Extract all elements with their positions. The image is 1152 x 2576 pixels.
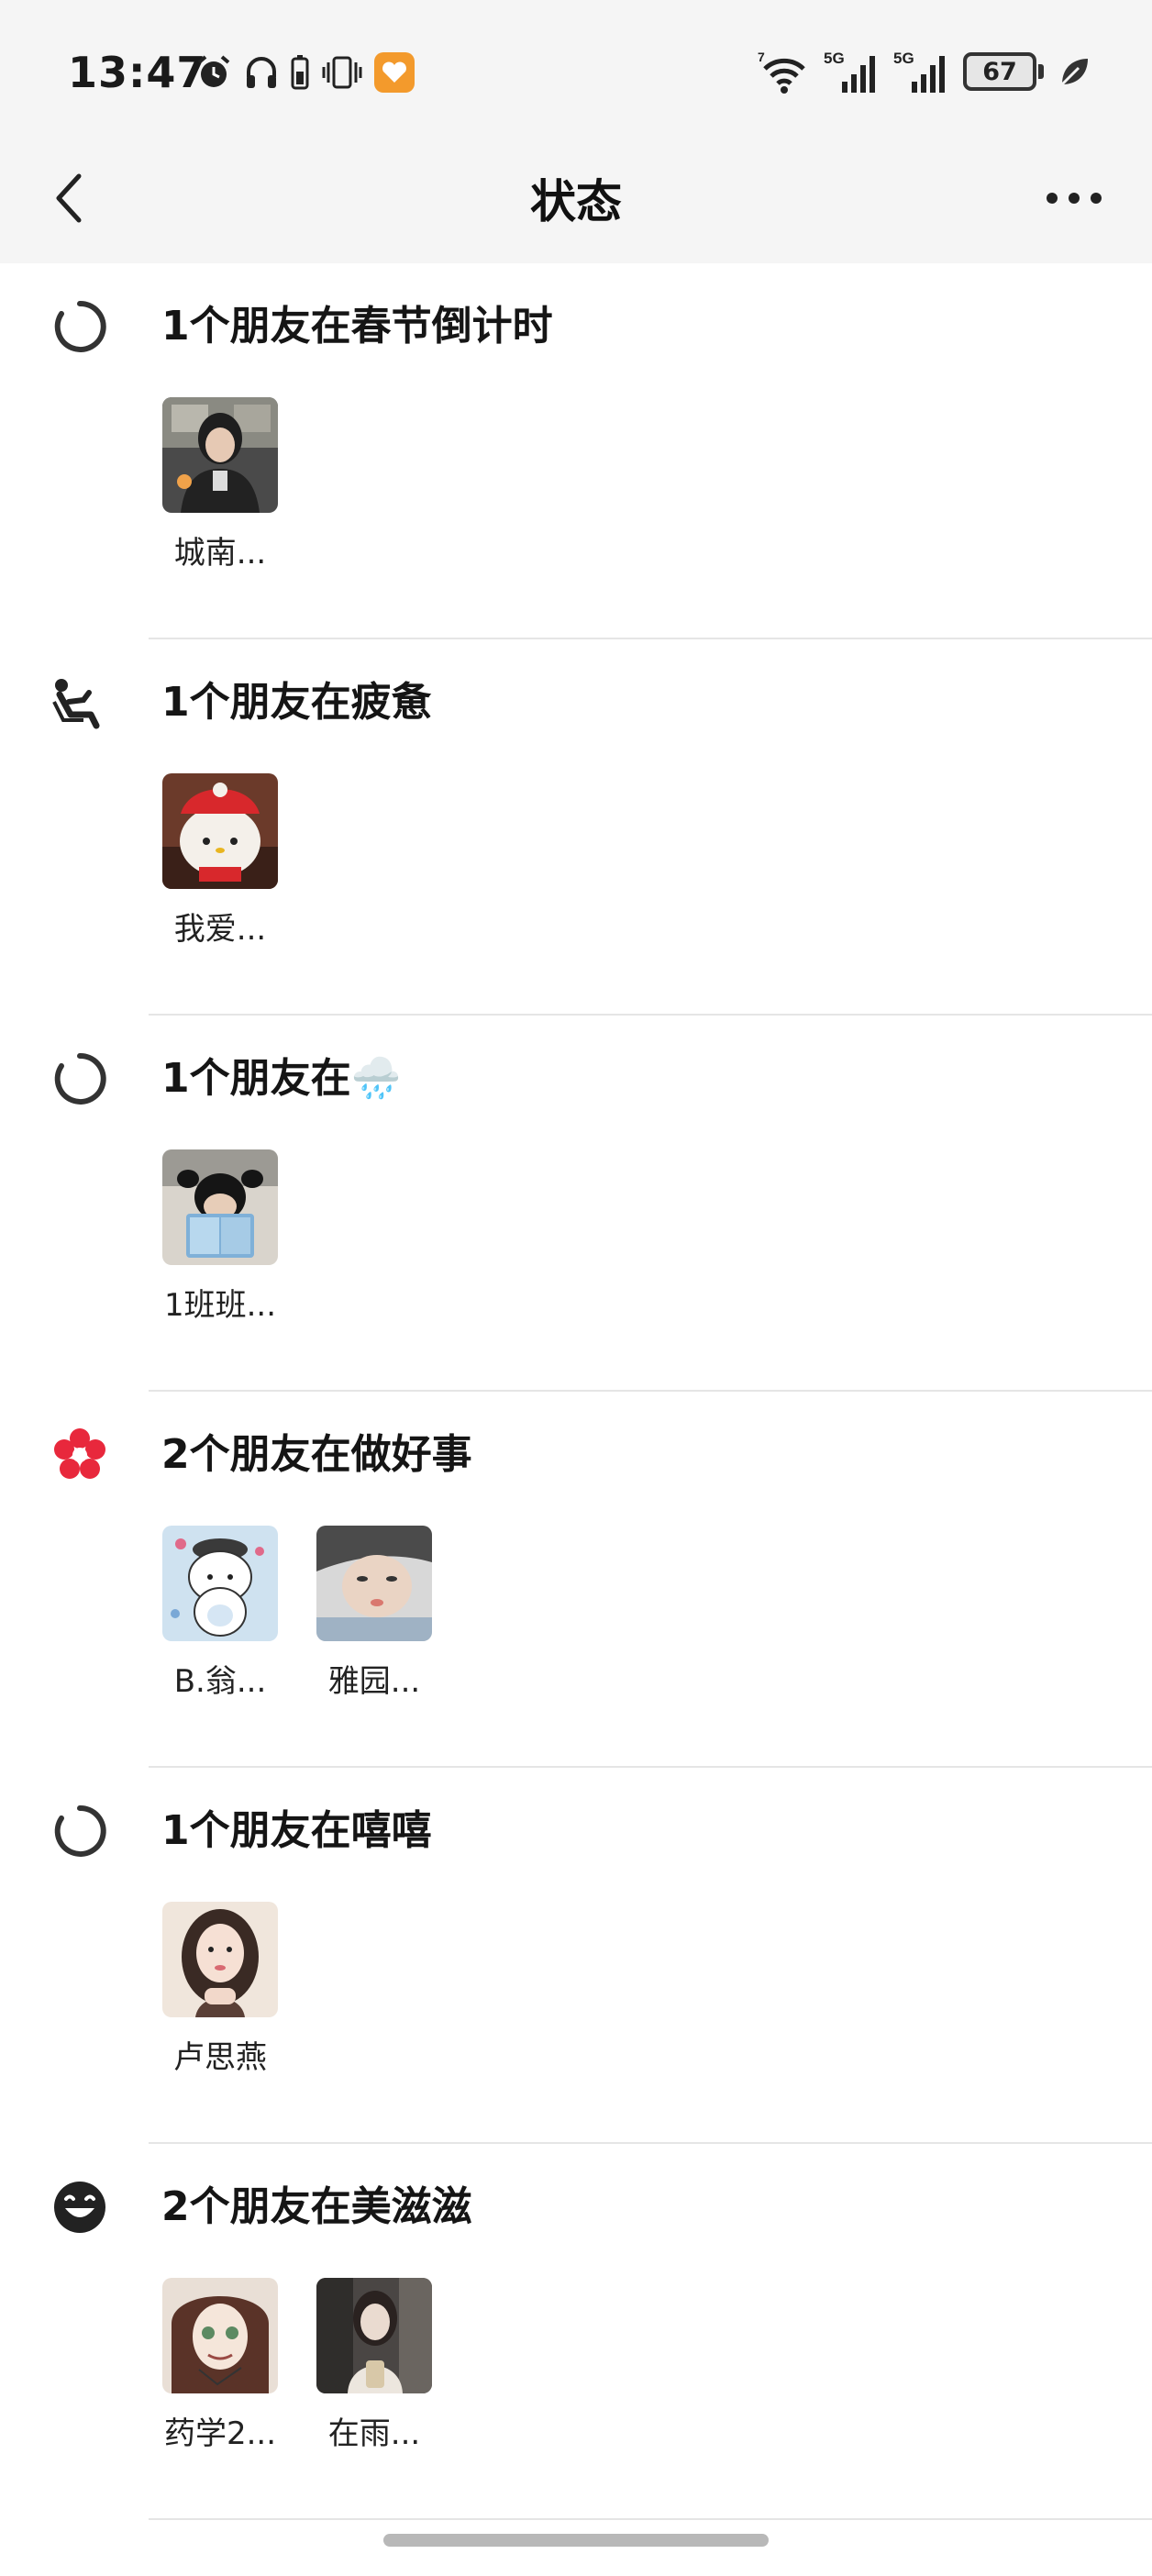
more-options-button[interactable] — [1033, 161, 1115, 235]
section-title[interactable]: 1个朋友在疲惫 — [161, 672, 432, 733]
status-section: 2个朋友在美滋滋 药学2... 在雨... — [0, 2144, 1152, 2520]
nav-header: 状态 — [0, 138, 1152, 263]
friend-list: 我爱... — [161, 773, 279, 949]
heart-app-icon — [374, 52, 415, 93]
friend-list: 1班班... — [161, 1149, 279, 1325]
friend-name: 卢思燕 — [173, 2039, 267, 2076]
friend-list: 药学2... 在雨... — [161, 2278, 433, 2453]
divider — [149, 2518, 1152, 2520]
reclining-person-icon — [50, 672, 110, 733]
status-icons-left — [194, 51, 415, 94]
friend-item[interactable]: B.翁... — [161, 1526, 279, 1701]
friend-name: 药学2... — [163, 2415, 277, 2452]
friend-list: 卢思燕 — [161, 1902, 279, 2077]
avatar[interactable] — [162, 1526, 278, 1641]
headset-icon — [247, 57, 276, 88]
friend-list: 城南... — [161, 397, 279, 572]
signal-5g-1-icon: 5G — [824, 50, 875, 93]
leaf-icon — [1060, 59, 1088, 86]
friend-item[interactable]: 药学2... — [161, 2278, 279, 2453]
avatar[interactable] — [162, 2278, 278, 2393]
more-dots-icon — [1047, 193, 1102, 204]
home-indicator[interactable] — [383, 2534, 769, 2547]
friend-name: 城南... — [173, 535, 267, 572]
wifi-label: 7 — [758, 50, 765, 64]
status-icons-right: 7 5G 5G 67 — [758, 46, 1093, 97]
status-bar: 13:47 7 5G 5G 67 — [0, 0, 1152, 138]
friend-name: 1班班... — [163, 1287, 277, 1324]
status-section: 1个朋友在嘻嘻 卢思燕 — [0, 1768, 1152, 2144]
section-title[interactable]: 1个朋友在🌧️ — [161, 1049, 401, 1109]
avatar[interactable] — [316, 1526, 432, 1641]
friend-item[interactable]: 我爱... — [161, 773, 279, 949]
friend-list: B.翁... 雅园... — [161, 1526, 433, 1701]
section-title[interactable]: 1个朋友在嘻嘻 — [161, 1801, 432, 1861]
loading-ring-icon — [50, 1801, 110, 1861]
status-list: 1个朋友在春节倒计时 城南... 1个朋友在疲惫 我爱... 1个朋友在🌧️ 1… — [0, 263, 1152, 2520]
friend-item[interactable]: 在雨... — [316, 2278, 433, 2453]
friend-name: 雅园... — [327, 1663, 421, 1700]
friend-name: B.翁... — [173, 1663, 267, 1700]
friend-name: 在雨... — [327, 2415, 421, 2452]
avatar[interactable] — [162, 1902, 278, 2017]
status-time: 13:47 — [68, 48, 207, 97]
avatar[interactable] — [162, 773, 278, 889]
status-section: 1个朋友在春节倒计时 城南... — [0, 263, 1152, 639]
alarm-icon — [197, 55, 230, 87]
smiley-face-icon — [50, 2177, 110, 2237]
friend-item[interactable]: 卢思燕 — [161, 1902, 279, 2077]
page-title: 状态 — [530, 175, 622, 228]
wifi-icon: 7 — [758, 50, 805, 94]
friend-item[interactable]: 1班班... — [161, 1149, 279, 1325]
loading-ring-icon — [50, 296, 110, 357]
avatar[interactable] — [162, 1149, 278, 1265]
avatar[interactable] — [316, 2278, 432, 2393]
phone-battery-icon — [291, 55, 309, 90]
friend-name: 我爱... — [173, 911, 267, 948]
signal-1-label: 5G — [824, 50, 845, 67]
section-title[interactable]: 2个朋友在做好事 — [161, 1425, 472, 1485]
signal-5g-2-icon: 5G — [893, 50, 945, 93]
battery-level: 67 — [982, 57, 1017, 86]
vibrate-icon — [322, 56, 362, 89]
friend-item[interactable]: 雅园... — [316, 1526, 433, 1701]
signal-2-label: 5G — [893, 50, 914, 67]
status-section: 1个朋友在疲惫 我爱... — [0, 639, 1152, 1016]
battery-icon: 67 — [963, 52, 1044, 91]
avatar[interactable] — [162, 397, 278, 513]
top-bar: 13:47 7 5G 5G 67 状态 — [0, 0, 1152, 263]
section-title[interactable]: 2个朋友在美滋滋 — [161, 2177, 472, 2237]
friend-item[interactable]: 城南... — [161, 397, 279, 572]
status-section: 1个朋友在🌧️ 1班班... — [0, 1016, 1152, 1392]
red-flower-icon — [50, 1425, 110, 1485]
section-title[interactable]: 1个朋友在春节倒计时 — [161, 296, 553, 357]
status-section: 2个朋友在做好事 B.翁... 雅园... — [0, 1392, 1152, 1768]
loading-ring-icon — [50, 1049, 110, 1109]
